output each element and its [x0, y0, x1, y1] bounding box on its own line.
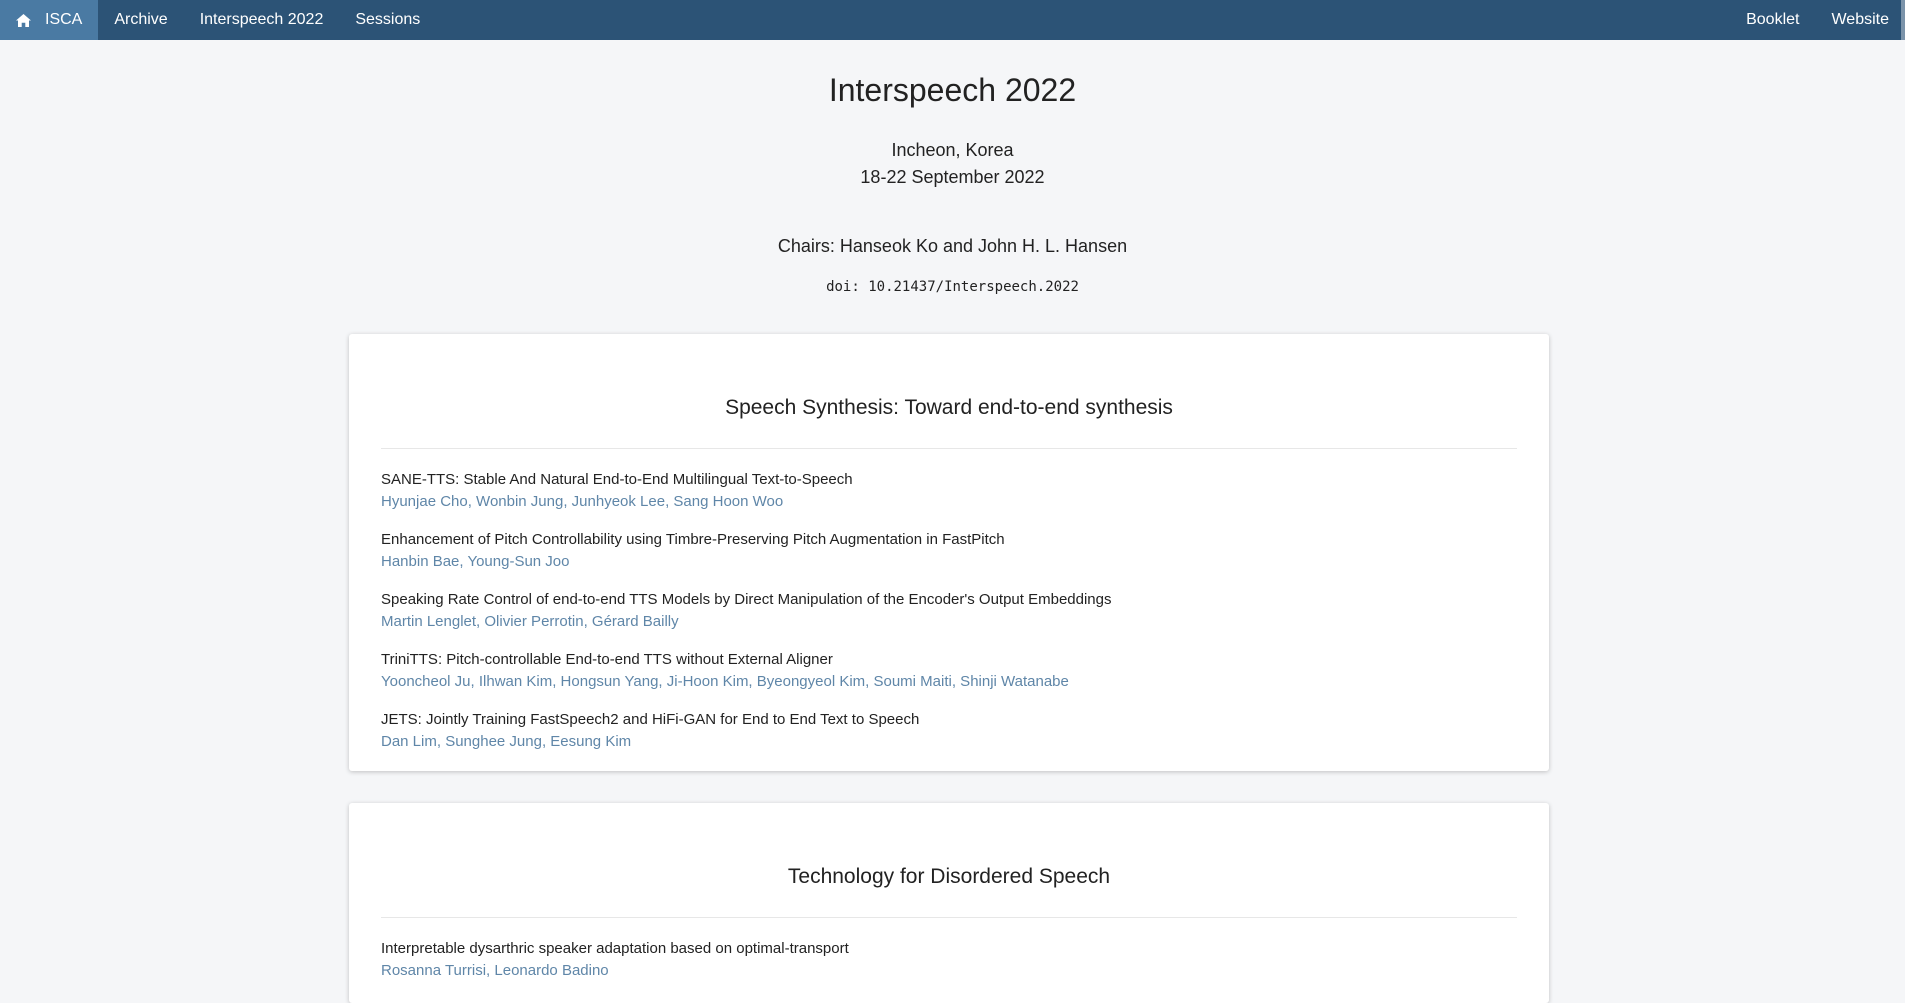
home-icon-glyph [16, 13, 31, 27]
paper-title-link[interactable]: Speaking Rate Control of end-to-end TTS … [381, 589, 1517, 611]
nav-website-link[interactable]: Website [1815, 0, 1905, 40]
session-card: Technology for Disordered Speech Interpr… [349, 803, 1549, 1003]
conference-dates: 18-22 September 2022 [860, 167, 1045, 187]
paper-title-link[interactable]: TriniTTS: Pitch-controllable End-to-end … [381, 649, 1517, 671]
conference-location: Incheon, Korea [891, 140, 1014, 160]
nav-home-link[interactable]: ISCA [0, 0, 99, 40]
paper-authors: Hyunjae Cho, Wonbin Jung, Junhyeok Lee, … [381, 493, 784, 510]
conference-chairs: Chairs: Hanseok Ko and John H. L. Hansen [777, 236, 1128, 256]
paper-item: Speaking Rate Control of end-to-end TTS … [381, 589, 1517, 633]
paper-title-link[interactable]: JETS: Jointly Training FastSpeech2 and H… [381, 709, 1517, 731]
nav-booklet-link[interactable]: Booklet [1730, 0, 1815, 40]
paper-title-link[interactable]: Interpretable dysarthric speaker adaptat… [381, 938, 1517, 960]
paper-title-link[interactable]: Enhancement of Pitch Controllability usi… [381, 529, 1517, 551]
nav-conference-link[interactable]: Interspeech 2022 [184, 0, 340, 40]
conference-doi[interactable]: doi: 10.21437/Interspeech.2022 [0, 279, 1905, 295]
paper-authors: Hanbin Bae, Young-Sun Joo [381, 553, 570, 570]
paper-authors: Yooncheol Ju, Ilhwan Kim, Hongsun Yang, … [381, 673, 1069, 690]
nav-home-label: ISCA [45, 11, 83, 28]
paper-item: SANE-TTS: Stable And Natural End-to-End … [381, 469, 1517, 513]
paper-authors: Dan Lim, Sunghee Jung, Eesung Kim [381, 733, 632, 750]
paper-item: Interpretable dysarthric speaker adaptat… [381, 938, 1517, 982]
paper-list: Interpretable dysarthric speaker adaptat… [349, 918, 1549, 982]
nav-archive-link[interactable]: Archive [98, 0, 183, 40]
page-title: Interspeech 2022 [828, 72, 1077, 108]
paper-item: TriniTTS: Pitch-controllable End-to-end … [381, 649, 1517, 693]
paper-title-link[interactable]: SANE-TTS: Stable And Natural End-to-End … [381, 469, 1517, 491]
paper-list: SANE-TTS: Stable And Natural End-to-End … [349, 449, 1549, 753]
navbar-right-group: Booklet Website [1730, 0, 1905, 40]
session-title: Speech Synthesis: Toward end-to-end synt… [725, 396, 1173, 419]
paper-item: JETS: Jointly Training FastSpeech2 and H… [381, 709, 1517, 753]
top-navbar: ISCA Archive Interspeech 2022 Sessions B… [0, 0, 1905, 40]
navbar-left-group: ISCA Archive Interspeech 2022 Sessions [0, 0, 436, 40]
window-edge-scrollbar[interactable] [1901, 0, 1905, 40]
paper-authors: Rosanna Turrisi, Leonardo Badino [381, 962, 609, 979]
session-card: Speech Synthesis: Toward end-to-end synt… [349, 334, 1549, 771]
paper-item: Enhancement of Pitch Controllability usi… [381, 529, 1517, 573]
nav-sessions-link[interactable]: Sessions [339, 0, 436, 40]
home-icon [16, 13, 31, 27]
paper-authors: Martin Lenglet, Olivier Perrotin, Gérard… [381, 613, 679, 630]
session-title: Technology for Disordered Speech [787, 865, 1111, 888]
